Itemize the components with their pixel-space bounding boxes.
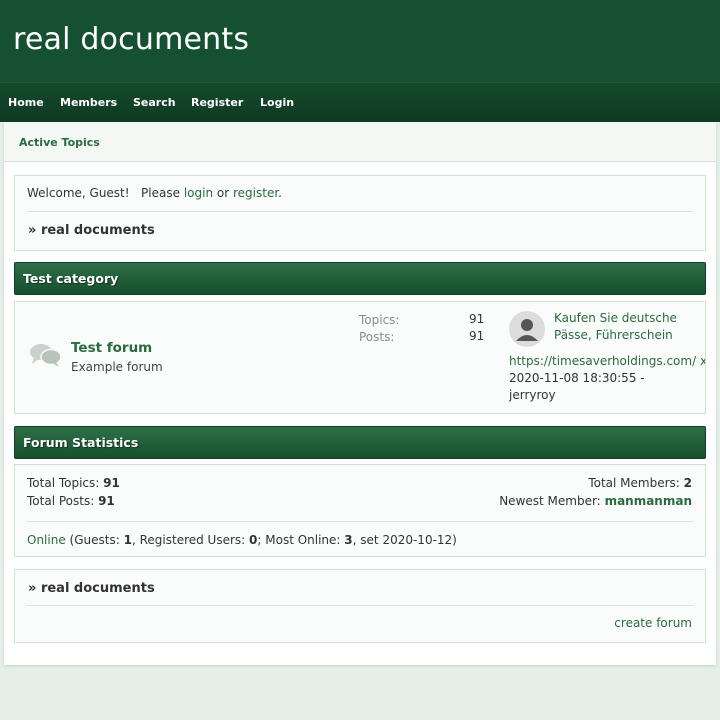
most-online-date: , set 2020-10-12) (352, 533, 457, 547)
forum-chat-icon (29, 342, 63, 371)
forum-name-link[interactable]: Test forum (71, 340, 152, 356)
welcome-please: Please (141, 186, 180, 200)
nav-login[interactable]: Login (260, 96, 294, 109)
newest-member-row: Newest Member: manmanman (499, 494, 692, 508)
footer-board-link[interactable]: real documents (41, 581, 155, 596)
online-link[interactable]: Online (27, 533, 66, 547)
guests-value: 1 (123, 533, 132, 547)
welcome-text: Welcome, Guest! Please login or register… (27, 186, 282, 200)
topics-label: Topics: (359, 313, 400, 327)
welcome-panel: Welcome, Guest! Please login or register… (14, 175, 706, 251)
stats-bar: Forum Statistics (14, 426, 706, 459)
total-members-label: Total Members: (588, 476, 680, 490)
breadcrumb: Active Topics (4, 122, 716, 162)
total-topics-label: Total Topics: (27, 476, 100, 490)
footer-panel: » real documents create forum (14, 569, 706, 643)
total-posts-value: 91 (98, 494, 115, 508)
divider (27, 521, 693, 522)
board-link[interactable]: real documents (41, 223, 155, 238)
divider (27, 211, 693, 212)
total-posts-label: Total Posts: (27, 494, 95, 508)
nav-members[interactable]: Members (60, 96, 117, 109)
create-forum-link[interactable]: create forum (614, 616, 692, 630)
last-post-title-line2[interactable]: Pässe, Führerschein (554, 328, 673, 342)
stats-title: Forum Statistics (23, 435, 139, 450)
site-title[interactable]: real documents (13, 22, 249, 57)
welcome-period: . (278, 186, 282, 200)
most-online-value: 3 (344, 533, 353, 547)
user-avatar-icon (516, 319, 538, 341)
last-post-author[interactable]: jerryroy (509, 388, 556, 402)
guests-label: (Guests: (69, 533, 120, 547)
total-topics-value: 91 (103, 476, 120, 490)
online-row: Online (Guests: 1, Registered Users: 0; … (27, 533, 457, 547)
stats-panel: Total Topics: 91 Total Posts: 91 Total M… (14, 464, 706, 557)
topics-count: 91 (469, 312, 485, 326)
last-post-url[interactable]: https://timesaverholdings.com/ x (509, 354, 705, 368)
register-link[interactable]: register (233, 186, 278, 200)
site-header: real documents (0, 0, 720, 82)
last-post-title-line1[interactable]: Kaufen Sie deutsche (554, 311, 677, 325)
total-posts-row: Total Posts: 91 (27, 494, 115, 508)
total-members-row: Total Members: 2 (588, 476, 692, 490)
most-online-label: ; Most Online: (257, 533, 341, 547)
forum-description: Example forum (71, 360, 163, 374)
newest-member-label: Newest Member: (499, 494, 601, 508)
content-area: Active Topics Welcome, Guest! Please log… (4, 122, 716, 665)
registered-label: , Registered Users: (131, 533, 246, 547)
last-post-url-wrap: https://timesaverholdings.com/ x (509, 354, 705, 368)
footer-board-row: » real documents (28, 581, 155, 596)
welcome-or: or (216, 186, 230, 200)
breadcrumb-active-topics[interactable]: Active Topics (19, 136, 100, 149)
category-title[interactable]: Test category (23, 271, 118, 286)
main-nav: Home Members Search Register Login (0, 82, 720, 122)
total-members-value: 2 (683, 476, 692, 490)
welcome-guest: Welcome, Guest! (27, 186, 130, 200)
board-arrow: » (28, 223, 37, 238)
login-link[interactable]: login (184, 186, 213, 200)
nav-register[interactable]: Register (191, 96, 243, 109)
posts-label: Posts: (359, 330, 395, 344)
posts-count: 91 (469, 329, 485, 343)
footer-arrow: » (28, 581, 37, 596)
forum-row: Test forum Example forum Topics: 91 Post… (14, 301, 706, 414)
total-topics-row: Total Topics: 91 (27, 476, 120, 490)
category-bar: Test category (14, 262, 706, 295)
divider (27, 605, 693, 606)
nav-search[interactable]: Search (133, 96, 176, 109)
last-post-date: 2020-11-08 18:30:55 - (509, 371, 645, 385)
nav-home[interactable]: Home (8, 96, 44, 109)
board-link-row: » real documents (28, 223, 155, 238)
avatar[interactable] (509, 311, 545, 347)
newest-member-link[interactable]: manmanman (605, 494, 692, 508)
